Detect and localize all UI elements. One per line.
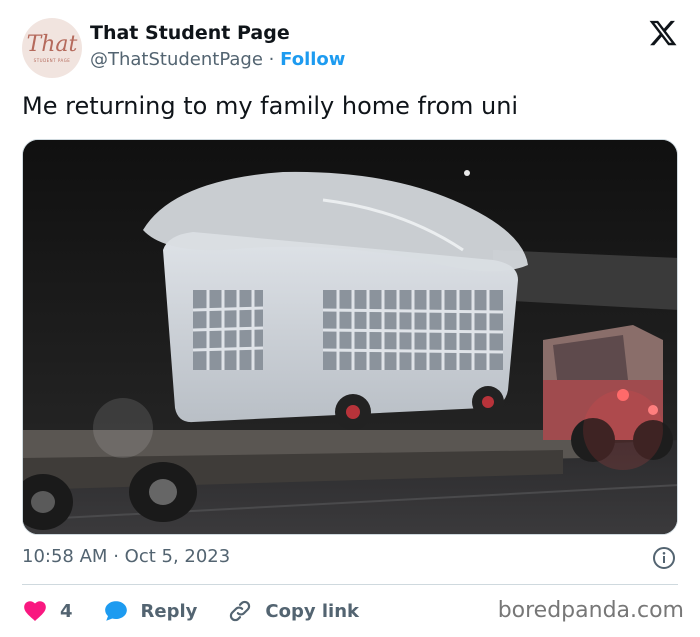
- reply-button[interactable]: Reply: [103, 598, 198, 624]
- handle-row: @ThatStudentPage · Follow: [90, 49, 345, 70]
- reply-label: Reply: [140, 600, 198, 622]
- author-name[interactable]: That Student Page: [90, 22, 290, 44]
- photo-illustration: [23, 140, 677, 534]
- tweet-text: Me returning to my family home from uni: [22, 92, 519, 120]
- x-logo-icon[interactable]: [648, 18, 678, 48]
- tweet-time: 10:58 AM: [22, 546, 108, 567]
- copy-link-button[interactable]: Copy link: [227, 598, 359, 624]
- tweet-date: Oct 5, 2023: [124, 546, 231, 567]
- divider: [22, 584, 678, 585]
- author-handle[interactable]: @ThatStudentPage: [90, 49, 263, 70]
- handle-separator: ·: [268, 49, 275, 70]
- reply-bubble-icon: [104, 601, 127, 621]
- tweet-timestamp[interactable]: 10:58 AM · Oct 5, 2023: [22, 546, 230, 567]
- action-bar: 4 Reply Copy link: [22, 597, 359, 625]
- avatar-logo-text: That: [26, 31, 78, 57]
- follow-button[interactable]: Follow: [280, 49, 345, 70]
- copy-link-label: Copy link: [265, 600, 359, 622]
- timestamp-separator: ·: [113, 546, 119, 567]
- tweet-media-photo[interactable]: [22, 139, 678, 535]
- link-icon: [230, 600, 251, 622]
- info-icon[interactable]: [652, 546, 676, 570]
- avatar-logo-subtext: STUDENT PAGE: [33, 57, 71, 63]
- like-button[interactable]: 4: [22, 598, 73, 624]
- avatar[interactable]: That STUDENT PAGE: [22, 18, 82, 78]
- watermark: boredpanda.com: [497, 598, 684, 623]
- like-count: 4: [60, 600, 73, 622]
- heart-icon: [24, 601, 46, 621]
